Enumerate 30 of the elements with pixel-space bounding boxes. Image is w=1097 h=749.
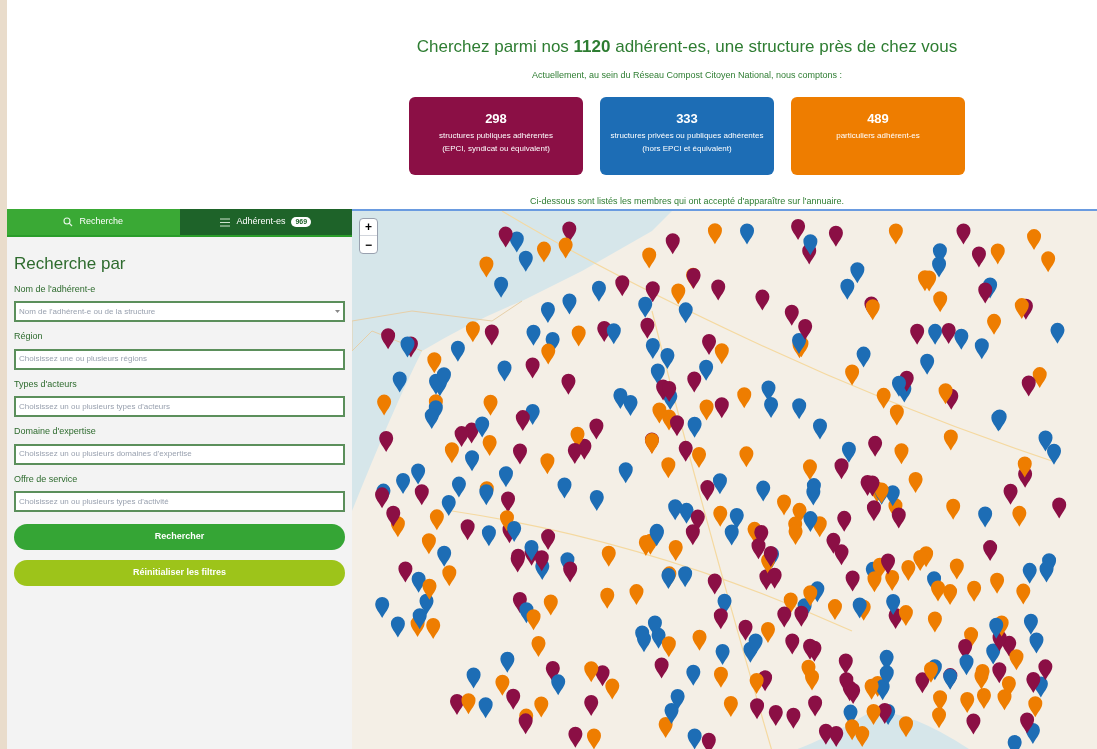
list-icon	[220, 217, 231, 227]
stat-label: particuliers adhérent-es	[835, 129, 921, 142]
stat-number: 333	[676, 110, 698, 128]
input-field[interactable]: Choisissez une ou plusieurs régions	[14, 348, 345, 370]
field-label: Types d'acteurs	[14, 377, 78, 391]
search-icon	[63, 217, 74, 227]
page-heading: Cherchez parmi nos 1120 adhérent-es, une structure près de chez vous	[416, 36, 958, 58]
form-title: Recherche par	[14, 253, 127, 275]
stat-label: structures publiques adhérentes	[438, 129, 554, 142]
search-button[interactable]: Rechercher	[14, 524, 345, 550]
caret-icon	[335, 310, 340, 313]
reset-button[interactable]: Réinitialiser les filtres	[14, 560, 345, 586]
zoom-out-button[interactable]: −	[360, 236, 377, 253]
input-field[interactable]: Choisissez un ou plusieurs types d'acteurs	[14, 396, 345, 417]
stat-number: 298	[485, 110, 507, 128]
zoom-in-button[interactable]: +	[360, 219, 377, 236]
select-field[interactable]: Nom de l'adhérent-e ou de la structure	[14, 301, 345, 322]
field-label: Région	[14, 330, 44, 343]
stat-label: (EPCI, syndicat ou équivalent)	[441, 142, 551, 155]
intro-text: Actuellement, au sein du Réseau Compost Citoyen National, nous comptons :	[531, 68, 843, 82]
stat-number: 489	[867, 110, 889, 128]
input-field[interactable]: Choisissez un ou plusieurs domaines d'expertise	[14, 443, 345, 465]
note-text: Ci-dessous sont listés les membres qui ont accepté d'apparaître sur l'annuaire.	[529, 195, 845, 208]
field-label: Domaine d'expertise	[14, 425, 97, 438]
input-field[interactable]: Choisissez un ou plusieurs types d'activité	[14, 491, 345, 512]
field-label: Offre de service	[14, 472, 79, 486]
field-label: Nom de l'adhérent-e	[14, 282, 97, 296]
tab[interactable]: Recherche	[7, 209, 180, 237]
stat-label: (hors EPCI et équivalent)	[641, 142, 733, 155]
stat-label: structures privées ou publiques adhérentes	[609, 129, 765, 142]
